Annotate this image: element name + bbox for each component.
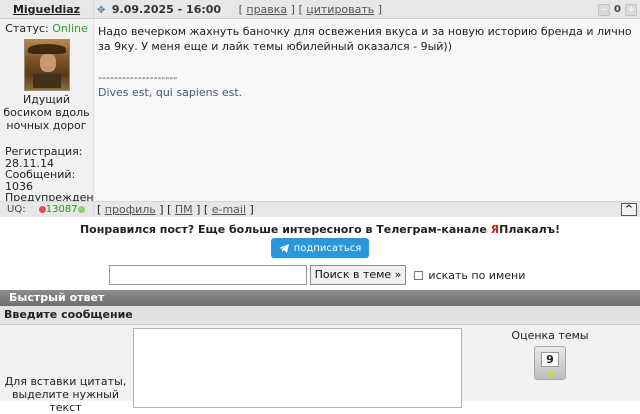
user-status: Статус: Online: [0, 22, 93, 35]
rate-plus-icon[interactable]: +: [625, 3, 637, 16]
uq-reputation: UQ: 13087: [0, 201, 93, 217]
post-rating-count: 0: [614, 4, 621, 15]
message-textarea[interactable]: [133, 328, 462, 408]
user-tagline: Идущий босиком вдоль ночных дорог: [3, 93, 90, 132]
post-content: Надо вечерком жахнуть баночку для освеже…: [93, 19, 640, 201]
search-topic-button[interactable]: Поиск в теме »: [309, 265, 407, 285]
post-rating: − 0 +: [598, 2, 637, 17]
edit-link[interactable]: правка: [246, 3, 287, 16]
post-date: 9.09.2025 - 16:00: [111, 3, 222, 16]
subscribe-label: подписаться: [293, 242, 362, 254]
signature-separator: --------------------: [98, 71, 178, 84]
email-link[interactable]: e-mail: [212, 203, 246, 216]
theme-rating-badge[interactable]: 9: [534, 346, 566, 380]
post-anchor-icon[interactable]: ✥: [97, 5, 105, 16]
search-by-name-checkbox[interactable]: [414, 270, 424, 280]
status-label: Статус:: [5, 22, 49, 35]
profile-link[interactable]: профиль: [105, 203, 156, 216]
subscribe-button[interactable]: подписаться: [270, 238, 370, 258]
quick-reply-area: Для вставки цитаты, выделите нужный текс…: [0, 325, 640, 414]
post-text: Надо вечерком жахнуть баночку для освеже…: [98, 25, 632, 53]
topic-search: Поиск в теме » искать по имени: [0, 262, 640, 288]
signature: Dives est, qui sapiens est.: [98, 86, 243, 99]
uq-value: 13087: [45, 204, 78, 215]
avatar[interactable]: [23, 39, 70, 91]
pm-link[interactable]: ПМ: [175, 203, 193, 216]
quote-hint: Для вставки цитаты, выделите нужный текс…: [4, 375, 127, 414]
theme-rating-plus-icon[interactable]: [548, 371, 554, 377]
telegram-icon: [278, 243, 289, 253]
enter-message-header: Введите сообщение: [0, 306, 640, 325]
rate-minus-icon[interactable]: −: [598, 3, 611, 16]
uq-plus-icon[interactable]: [77, 205, 85, 213]
theme-rating-label: Оценка темы: [511, 329, 589, 342]
quick-reply-header: Быстрый ответ: [0, 290, 640, 306]
theme-rating: Оценка темы 9: [500, 329, 600, 380]
post-author-header: Migueldiaz: [0, 0, 93, 19]
quote-link[interactable]: цитировать: [306, 3, 374, 16]
uq-label: UQ:: [7, 204, 26, 215]
promo-text: Понравился пост? Еще больше интересного …: [79, 223, 561, 236]
post-actions: [ правка ] [ цитировать ]: [238, 3, 383, 16]
search-input[interactable]: [108, 265, 307, 285]
author-info: Статус: Online Идущий босиком вдоль ночн…: [0, 19, 111, 215]
post-header: ✥ 9.09.2025 - 16:00 [ правка ] [ цитиров…: [93, 0, 640, 19]
reg-label: Регистрация:: [5, 145, 83, 158]
status-online: Online: [52, 22, 88, 35]
uq-value-box: 13087: [38, 204, 85, 215]
post-footer: [ профиль ] [ ПМ ] [ e-mail ] ^: [93, 201, 640, 217]
telegram-promo: Понравился пост? Еще больше интересного …: [0, 218, 640, 258]
scroll-up-button[interactable]: ^: [621, 203, 637, 216]
messages-count: Сообщений: 1036: [5, 168, 76, 193]
uq-minus-icon[interactable]: [38, 205, 46, 213]
forum-post: Migueldiaz ✥ 9.09.2025 - 16:00 [ правка …: [0, 0, 640, 218]
username-link[interactable]: Migueldiaz: [13, 3, 80, 16]
theme-rating-value: 9: [541, 352, 559, 367]
search-by-name-label: искать по имени: [428, 268, 526, 282]
